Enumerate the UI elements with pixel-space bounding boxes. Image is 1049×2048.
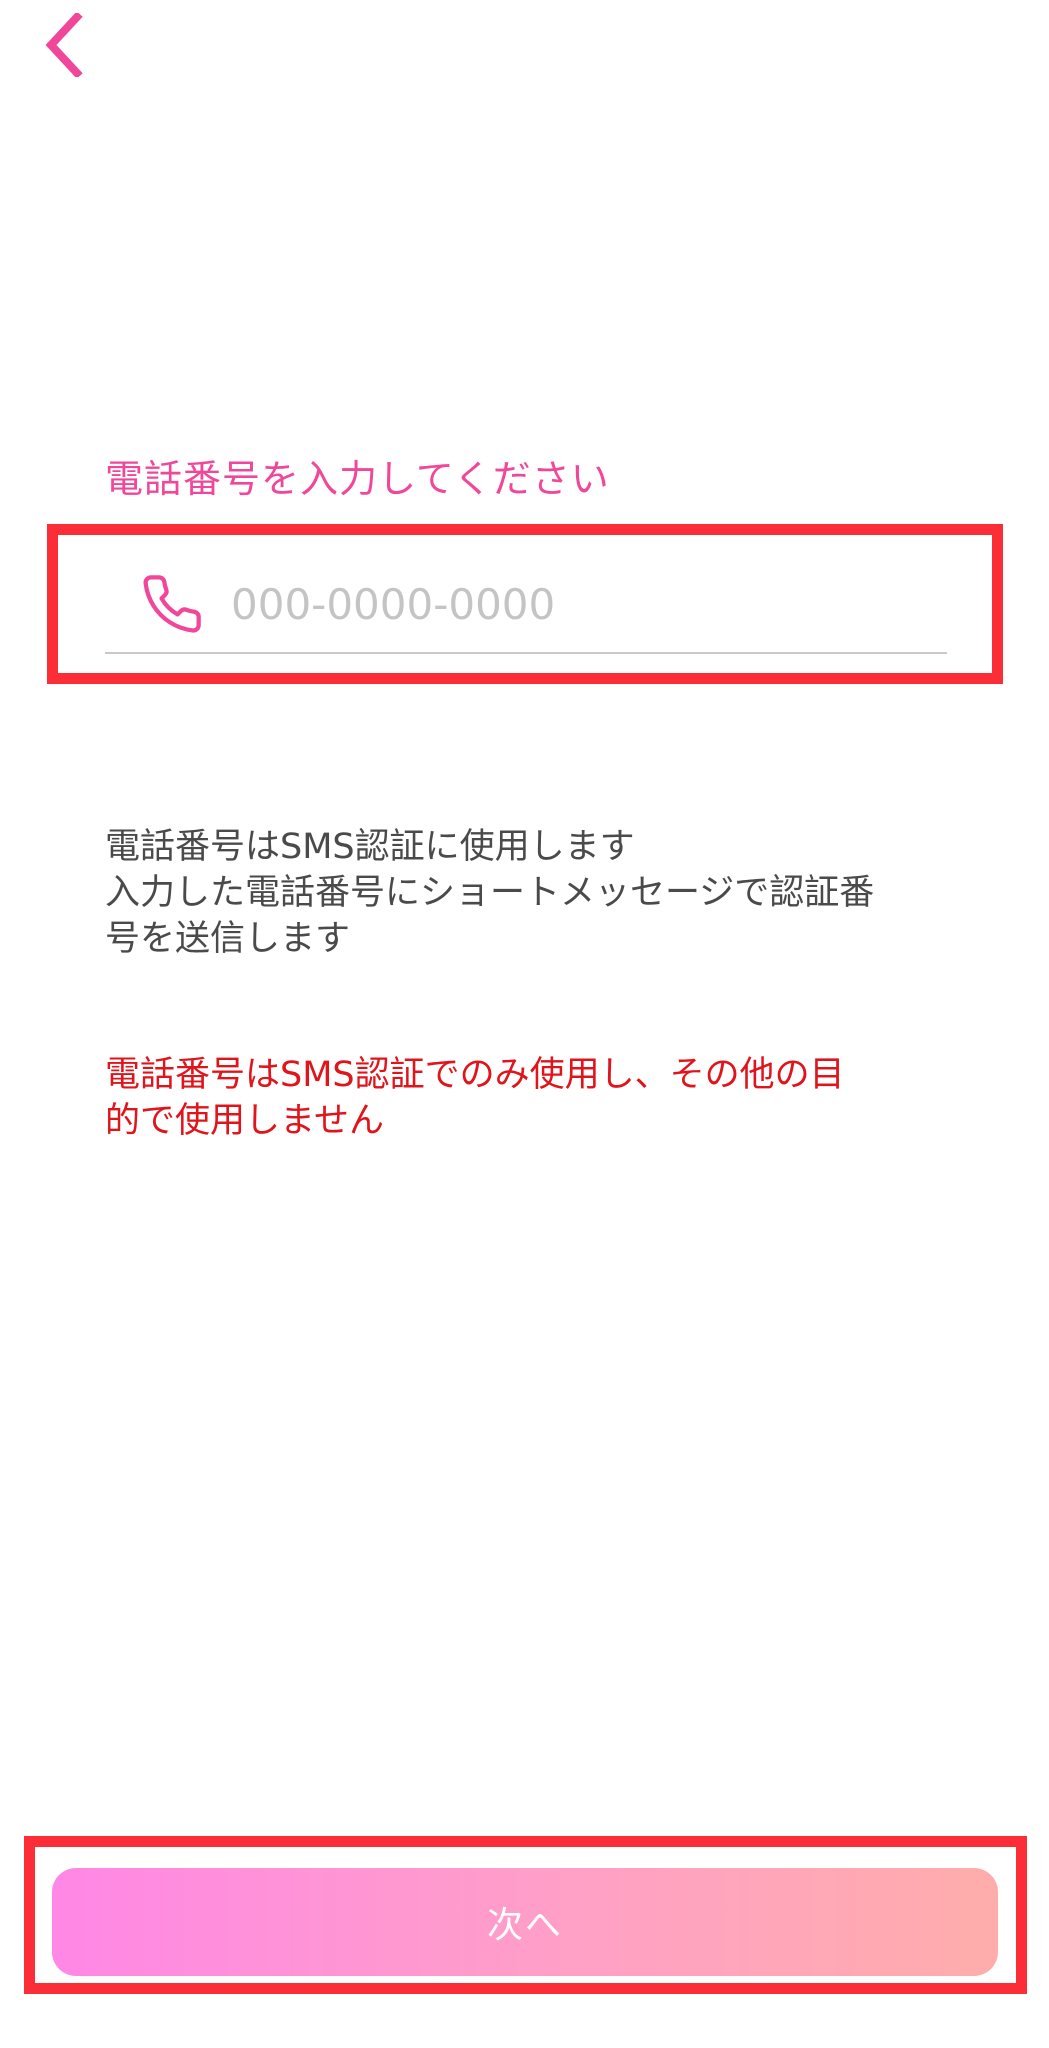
highlight-box-next-button: [24, 1836, 1027, 1994]
warning-line: 的で使用しません: [105, 1101, 384, 1141]
chevron-left-icon: [45, 13, 83, 77]
warning-line: 電話番号はSMS認証でのみ使用し、その他の目: [105, 1055, 845, 1095]
info-line: 電話番号はSMS認証に使用します: [105, 827, 635, 867]
warning-text: 電話番号はSMS認証でのみ使用し、その他の目 的で使用しません: [105, 1052, 945, 1144]
back-button[interactable]: [28, 0, 98, 90]
highlight-box-phone-input: [47, 524, 1003, 684]
page-title: 電話番号を入力してください: [105, 457, 610, 501]
info-line: 入力した電話番号にショートメッセージで認証番: [105, 873, 875, 913]
info-line: 号を送信します: [105, 919, 351, 959]
info-text: 電話番号はSMS認証に使用します 入力した電話番号にショートメッセージで認証番 …: [105, 824, 945, 962]
